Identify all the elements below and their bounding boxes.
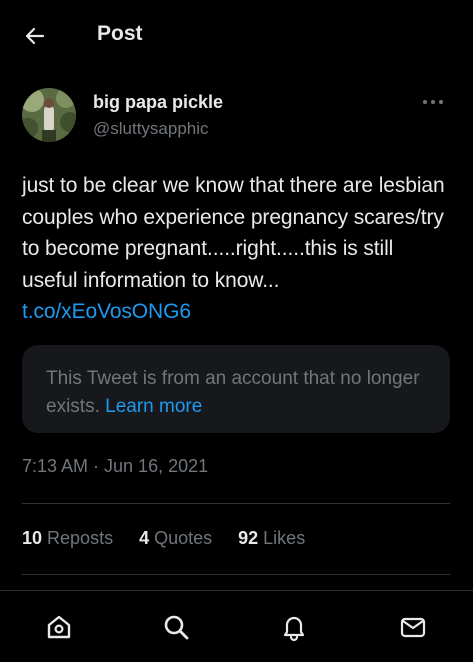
likes-count: 92 [238,528,259,548]
tweet-text: just to be clear we know that there are … [22,170,454,328]
home-icon [47,615,71,639]
reposts-stat[interactable]: 10 Reposts [22,528,113,549]
nav-home-button[interactable] [41,609,77,645]
user-handle[interactable]: @sluttysapphic [93,119,209,139]
more-horizontal-icon [423,100,443,104]
reposts-label: Reposts [42,528,114,548]
page-title: Post [97,22,143,45]
bell-icon [283,616,305,642]
header: Post [0,0,473,70]
more-button[interactable] [418,90,448,114]
avatar[interactable] [22,88,76,142]
tweet-timestamp[interactable]: 7:13 AM · Jun 16, 2021 [22,456,208,477]
author-row: big papa pickle @sluttysapphic [22,88,452,144]
display-name[interactable]: big papa pickle [93,92,223,113]
quote-message: This Tweet is from an account that no lo… [46,368,420,417]
bottom-nav [0,590,473,662]
avatar-image [22,88,76,142]
nav-messages-button[interactable] [395,609,431,645]
quotes-label: Quotes [149,528,213,548]
nav-search-button[interactable] [158,609,194,645]
learn-more-link[interactable]: Learn more [105,396,202,417]
post-page: Post big papa pickle @sluttysapphic just… [0,0,473,662]
engagement-stats: 10 Reposts 4 Quotes 92 Likes [22,528,331,549]
tweet-body: just to be clear we know that there are … [22,174,445,292]
quotes-stat[interactable]: 4 Quotes [139,528,212,549]
back-button[interactable] [16,17,54,55]
unavailable-quote-card: This Tweet is from an account that no lo… [22,345,450,433]
likes-stat[interactable]: 92 Likes [238,528,305,549]
nav-notifications-button[interactable] [276,609,312,645]
divider [22,503,450,504]
search-icon [164,615,189,640]
quotes-count: 4 [139,528,150,548]
arrow-left-icon [25,27,45,45]
tweet-link[interactable]: t.co/xEoVosONG6 [22,300,191,323]
divider [22,574,450,575]
reposts-count: 10 [22,528,43,548]
mail-icon [400,617,426,638]
likes-label: Likes [258,528,306,548]
